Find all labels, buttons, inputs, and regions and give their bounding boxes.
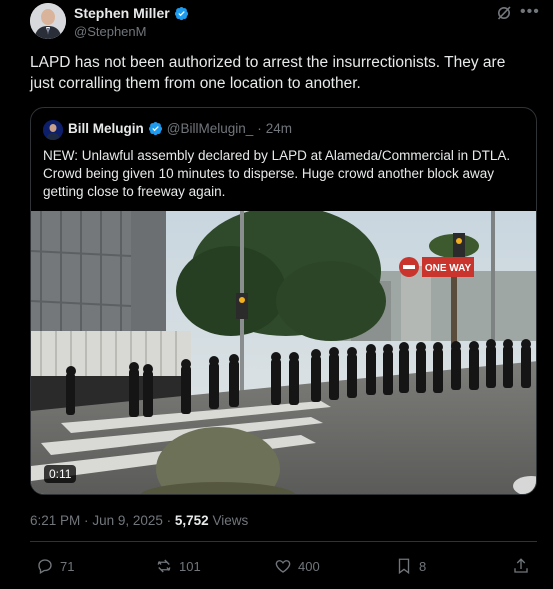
reply-icon	[38, 559, 52, 574]
share-button[interactable]	[512, 557, 530, 575]
more-options-icon[interactable]: •••	[520, 3, 540, 21]
video-duration: 0:11	[44, 465, 77, 483]
meta-separator-2: ·	[166, 513, 172, 528]
divider	[30, 541, 537, 542]
grok-icon[interactable]	[496, 5, 512, 21]
quote-verified-badge-icon	[148, 121, 162, 136]
author-avatar[interactable]	[30, 3, 66, 39]
meta-separator: ·	[84, 513, 89, 528]
bookmark-icon	[398, 558, 410, 575]
views-label: Views	[212, 513, 249, 528]
share-icon	[514, 558, 528, 573]
like-button[interactable]: 400	[274, 557, 320, 575]
repost-count: 101	[179, 558, 201, 574]
heart-icon	[275, 560, 291, 573]
verified-badge-icon	[174, 6, 188, 20]
quote-separator: ·	[257, 121, 262, 136]
video-frame-image: ONE WAY	[31, 211, 536, 494]
tweet-text: LAPD has not been authorized to arrest t…	[30, 54, 506, 92]
one-way-sign: ONE WAY	[425, 263, 472, 274]
quote-display-name[interactable]: Bill Melugin	[68, 121, 144, 136]
tweet: Stephen Miller @StephenM ••• LAPD has no…	[0, 0, 553, 589]
tweet-date[interactable]: Jun 9, 2025	[92, 513, 163, 528]
author-display-name[interactable]: Stephen Miller	[74, 5, 170, 21]
reply-button[interactable]: 71	[36, 557, 74, 575]
quoted-tweet[interactable]: Bill Melugin @BillMelugin_ · 24m NEW: Un…	[30, 107, 537, 495]
quote-author-avatar[interactable]	[43, 120, 63, 140]
quote-text: NEW: Unlawful assembly declared by LAPD …	[43, 148, 511, 199]
author-handle[interactable]: @StephenM	[74, 24, 146, 39]
quote-timestamp[interactable]: 24m	[266, 121, 292, 136]
like-count: 400	[298, 558, 320, 574]
views-count[interactable]: 5,752	[175, 513, 209, 528]
quote-video[interactable]: ONE WAY 0:11	[31, 211, 536, 494]
bookmark-button[interactable]: 8	[395, 557, 426, 575]
reply-count: 71	[60, 558, 75, 574]
quote-handle[interactable]: @BillMelugin_	[167, 121, 254, 136]
bookmark-count: 8	[419, 558, 427, 574]
tweet-meta: 6:21 PM · Jun 9, 2025 · 5,752 Views	[30, 513, 248, 528]
tweet-time[interactable]: 6:21 PM	[30, 513, 80, 528]
repost-icon	[157, 559, 171, 573]
repost-button[interactable]: 101	[155, 557, 201, 575]
